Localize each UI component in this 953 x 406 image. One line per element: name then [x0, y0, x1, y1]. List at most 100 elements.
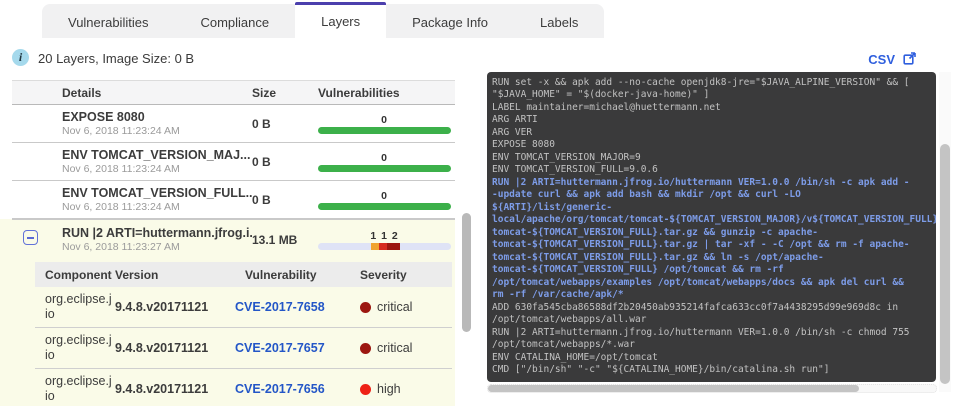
version-cell: 9.4.8.v20171121	[115, 382, 209, 396]
vulnerability-table: Component Version Vulnerability Severity…	[35, 262, 452, 406]
info-icon: i	[12, 49, 29, 66]
severity-dot-icon	[360, 342, 371, 354]
code-line-highlighted: -update curl && apk add bash && mkdir /o…	[492, 189, 801, 201]
code-line-highlighted: RUN |2 ARTI=huttermann.jfrog.io/hutterma…	[492, 176, 910, 188]
column-header-vulnerabilities: Vulnerabilities	[318, 85, 400, 100]
tab-vulnerabilities[interactable]: Vulnerabilities	[42, 4, 174, 38]
layer-row[interactable]: ENV TOMCAT_VERSION_FULL... Nov 6, 2018 11…	[12, 181, 455, 219]
component-cell: org.eclipse.j io	[45, 333, 112, 362]
column-header-size: Size	[252, 85, 277, 100]
code-line-highlighted: tomcat-${TOMCAT_VERSION_FULL}.tar.gz && …	[492, 226, 819, 238]
column-header-details: Details	[62, 85, 102, 100]
layers-page: Vulnerabilities Compliance Layers Package I…	[0, 0, 953, 406]
export-icon[interactable]	[903, 51, 917, 65]
severity-segment	[371, 242, 379, 250]
code-line: RUN set -x && apk add --no-cache openjdk…	[492, 77, 910, 88]
vulnerability-count: 1 1 2	[370, 229, 399, 242]
collapse-button[interactable]	[23, 230, 38, 245]
code-line-highlighted: tomcat-${TOMCAT_VERSION_FULL}.tar.gz | t…	[492, 239, 910, 251]
layers-table: Details Size Vulnerabilities EXPOSE 8080…	[0, 80, 455, 406]
tab-layers[interactable]: Layers	[295, 2, 387, 38]
layer-rows: EXPOSE 8080 Nov 6, 2018 11:23:24 AM 0 B 0 EN…	[0, 105, 455, 219]
left-panel-scrollbar[interactable]	[461, 80, 473, 406]
code-line: ARG VER	[492, 126, 533, 138]
code-line-highlighted: tomcat-${TOMCAT_VERSION_FULL}.tar.gz && …	[492, 251, 824, 263]
left-panel-scrollbar-thumb[interactable]	[462, 213, 471, 332]
tab-compliance[interactable]: Compliance	[174, 4, 295, 38]
vulnerability-count: 0	[381, 151, 388, 164]
code-line: ENV TOMCAT_VERSION_MAJOR=9	[492, 151, 641, 163]
version-cell: 9.4.8.v20171121	[115, 300, 209, 314]
column-header-vulnerability: Vulnerability	[245, 267, 317, 282]
code-line: CMD ["/bin/sh" "-c" "${CATALINA_HOME}/bi…	[492, 364, 830, 376]
code-horizontal-scrollbar[interactable]	[487, 384, 937, 393]
severity-cell: critical	[350, 300, 452, 314]
cve-link[interactable]: CVE-2017-7658	[235, 300, 325, 314]
code-vertical-scrollbar-thumb[interactable]	[940, 144, 950, 384]
code-line: EXPOSE 8080	[492, 139, 555, 151]
vulnerability-table-header: Component Version Vulnerability Severity	[35, 262, 452, 287]
layer-title: RUN |2 ARTI=huttermann.jfrog.i...	[62, 225, 252, 240]
severity-bar	[318, 242, 451, 250]
layer-title: ENV TOMCAT_VERSION_FULL...	[62, 185, 252, 200]
layer-date: Nov 6, 2018 11:23:24 AM	[62, 200, 180, 213]
code-horizontal-scrollbar-thumb[interactable]	[488, 385, 859, 392]
layer-date: Nov 6, 2018 11:23:24 AM	[62, 162, 180, 175]
layer-title: ENV TOMCAT_VERSION_MAJ...	[62, 147, 251, 162]
code-line-highlighted: rm -rf /var/cache/apk/*	[492, 289, 624, 301]
column-header-component: Component	[45, 267, 112, 282]
clean-bar	[318, 126, 451, 134]
layers-table-header: Details Size Vulnerabilities	[12, 80, 455, 105]
layer-row[interactable]: RUN |2 ARTI=huttermann.jfrog.i... Nov 6, …	[12, 219, 455, 259]
layer-size: 0 B	[252, 192, 271, 207]
layer-date: Nov 6, 2018 11:23:24 AM	[62, 124, 180, 137]
component-cell: org.eclipse.j io	[45, 374, 112, 403]
code-line: /opt/tomcat/webapps/all.war	[492, 314, 647, 326]
vulnerability-count: 0	[381, 113, 388, 126]
vulnerability-row: org.eclipse.j io 9.4.8.v20171121 CVE-2017-…	[35, 287, 452, 328]
code-line-highlighted: ${ARTI}/list/generic-	[492, 201, 613, 213]
vulnerability-row: org.eclipse.j io 9.4.8.v20171121 CVE-2017-…	[35, 369, 452, 406]
layers-summary: 20 Layers, Image Size: 0 B	[38, 51, 195, 66]
severity-cell: high	[350, 382, 452, 396]
expanded-layer-zone: RUN |2 ARTI=huttermann.jfrog.i... Nov 6, …	[0, 219, 455, 406]
code-line: "$JAVA_HOME" = "$(docker-java-home)" ]	[492, 89, 710, 101]
layer-row[interactable]: ENV TOMCAT_VERSION_MAJ... Nov 6, 2018 11:…	[12, 143, 455, 181]
severity-segment	[387, 242, 400, 250]
code-line: ADD 630fa545cba86588df2b20450ab935214faf…	[492, 301, 899, 313]
layer-title: EXPOSE 8080	[62, 109, 145, 124]
cve-link[interactable]: CVE-2017-7656	[235, 382, 325, 396]
vulnerability-count: 0	[381, 189, 388, 202]
vulnerability-rows: org.eclipse.j io 9.4.8.v20171121 CVE-2017-…	[35, 287, 452, 406]
severity-dot-icon	[360, 301, 371, 313]
tab-labels[interactable]: Labels	[514, 4, 604, 38]
component-cell: org.eclipse.j io	[45, 292, 112, 321]
layer-size: 0 B	[252, 116, 271, 131]
severity-cell: critical	[350, 341, 452, 355]
code-line: ENV TOMCAT_VERSION_FULL=9.0.6	[492, 164, 658, 176]
clean-bar	[318, 164, 451, 172]
version-cell: 9.4.8.v20171121	[115, 341, 209, 355]
csv-export-link[interactable]: CSV	[868, 52, 895, 67]
layer-size: 0 B	[252, 154, 271, 169]
dockerfile-code-panel[interactable]: RUN set -x && apk add --no-cache openjdk…	[487, 72, 936, 382]
layer-row[interactable]: EXPOSE 8080 Nov 6, 2018 11:23:24 AM 0 B 0	[12, 105, 455, 143]
layer-size: 13.1 MB	[252, 232, 298, 247]
code-vertical-scrollbar[interactable]	[939, 72, 951, 392]
cve-link[interactable]: CVE-2017-7657	[235, 341, 325, 355]
clean-bar	[318, 202, 451, 210]
column-header-severity: Severity	[360, 267, 407, 282]
severity-label: critical	[377, 300, 413, 314]
code-line: RUN |2 ARTI=huttermann.jfrog.io/hutterma…	[492, 326, 910, 338]
tab-package-info[interactable]: Package Info	[386, 4, 514, 38]
code-line: ENV CATALINA_HOME=/opt/tomcat	[492, 351, 658, 363]
code-line-highlighted: tomcat-${TOMCAT_VERSION_FULL} /opt/tomca…	[492, 264, 784, 276]
severity-dot-icon	[360, 383, 371, 395]
layer-date: Nov 6, 2018 11:23:27 AM	[62, 240, 180, 253]
code-line-highlighted: /opt/tomcat/webapps/examples /opt/tomcat…	[492, 276, 904, 288]
code-line: /opt/tomcat/webapps/*.war	[492, 339, 635, 351]
column-header-version: Version	[115, 267, 159, 282]
severity-segment	[379, 242, 387, 250]
vulnerability-row: org.eclipse.j io 9.4.8.v20171121 CVE-2017-…	[35, 328, 452, 369]
code-line-highlighted: local/apache/org/tomcat/tomcat-${TOMCAT_…	[492, 214, 936, 226]
